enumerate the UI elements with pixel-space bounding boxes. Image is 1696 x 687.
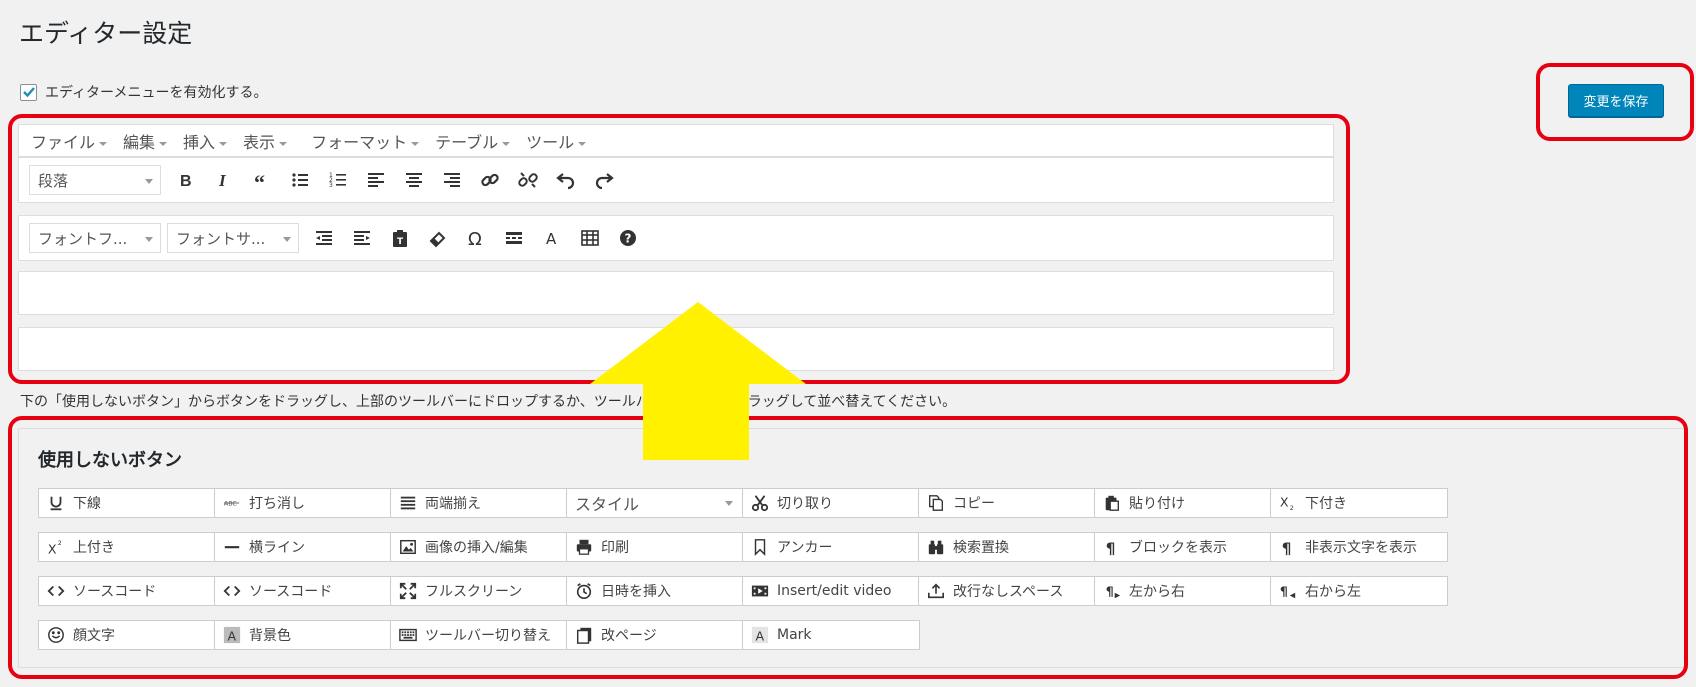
- drag-instructions: 下の「使用しないボタン」からボタンをドラッグし、上部のツールバーにドロップするか…: [20, 394, 957, 410]
- unused-highlight-frame: [8, 416, 1688, 679]
- enable-menu-checkbox[interactable]: [20, 83, 37, 101]
- save-button[interactable]: 変更を保存: [1568, 84, 1664, 117]
- enable-menu-row[interactable]: エディターメニューを有効化する。: [20, 82, 267, 102]
- page-title: エディター設定: [19, 19, 193, 48]
- enable-menu-label: エディターメニューを有効化する。: [45, 85, 268, 101]
- yellow-up-arrow-icon: [590, 302, 806, 460]
- checkmark-icon: [22, 87, 35, 98]
